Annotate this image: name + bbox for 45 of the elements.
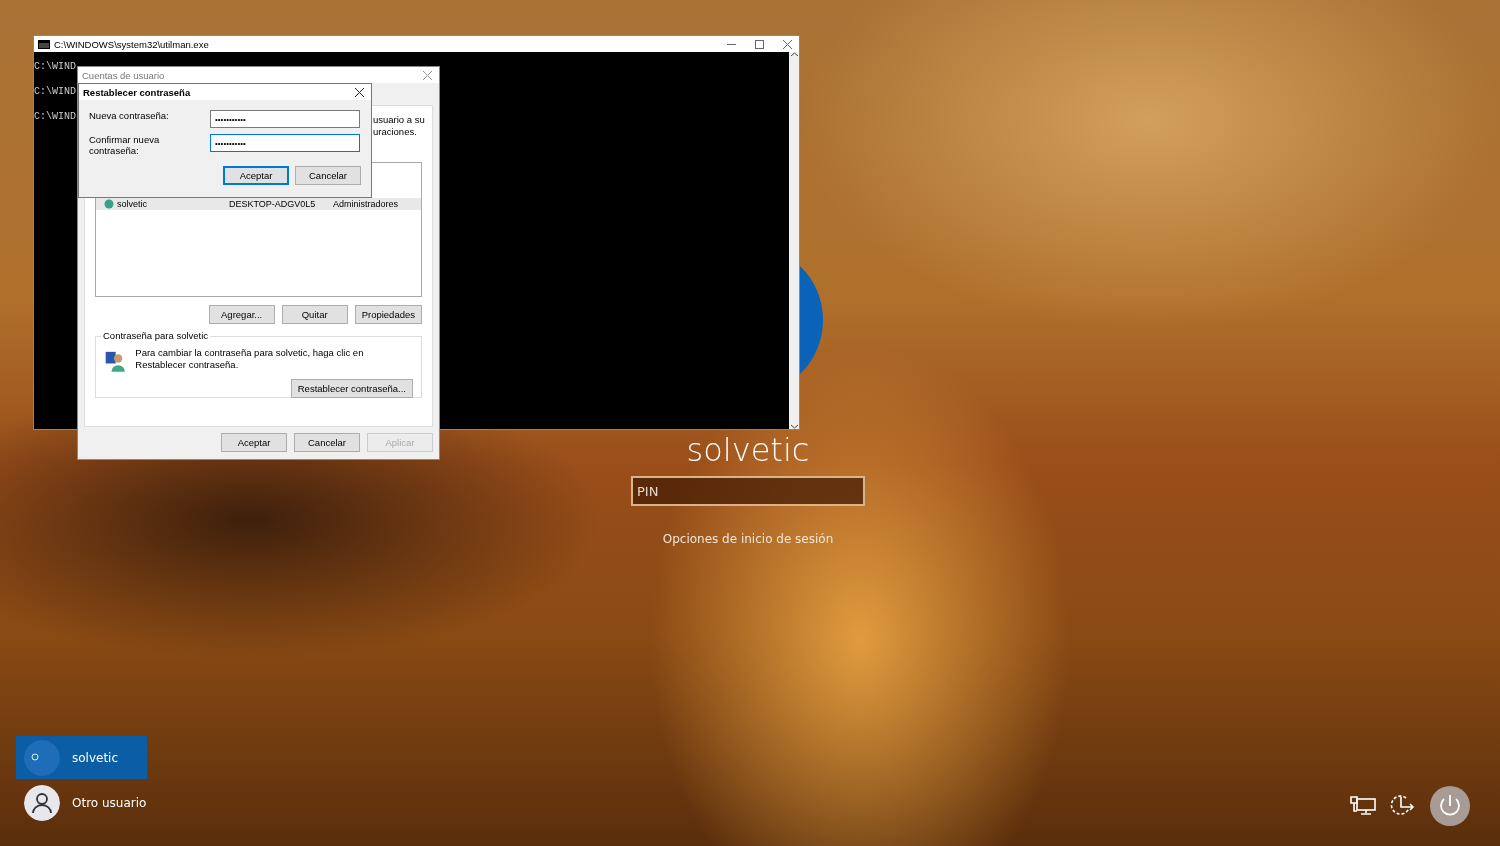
user-tile[interactable]: solvetic <box>16 736 147 779</box>
user-name: Otro usuario <box>72 795 147 810</box>
maximize-icon[interactable] <box>754 39 764 49</box>
reset-password-button[interactable]: Restablecer contraseña... <box>290 379 413 398</box>
field-label: Nueva contraseña: <box>89 110 170 121</box>
dialog-button[interactable]: Cancelar <box>295 166 361 185</box>
user-row[interactable]: solvetic DESKTOP-ADGV0L5 Administradores <box>96 198 421 210</box>
dialog-button[interactable]: Aceptar <box>221 433 287 452</box>
password-field[interactable]: ••••••••••• <box>210 110 360 128</box>
accessibility-icon[interactable] <box>1390 794 1416 818</box>
pin-field[interactable]: PIN <box>631 476 865 506</box>
scroll-up-icon[interactable] <box>790 52 798 57</box>
list-button[interactable]: Agregar... <box>208 305 275 324</box>
user-name: solvetic <box>686 432 810 468</box>
user-tile[interactable]: Otro usuario <box>16 781 147 824</box>
user-icon <box>104 199 114 209</box>
user-icon <box>24 784 60 821</box>
console-line: C:\WIND <box>34 110 76 124</box>
window-title: C:\WINDOWS\system32\utilman.exe <box>54 38 210 50</box>
field-label: Confirmar nueva contraseña: <box>89 134 161 156</box>
window-title: Cuentas de usuario <box>82 69 166 81</box>
power-icon[interactable] <box>1430 786 1470 826</box>
dialog-button[interactable]: Aceptar <box>223 166 289 185</box>
group-text: Para cambiar la contraseña para solvetic, haga clic en Restablecer contraseña. <box>135 347 365 372</box>
network-icon[interactable] <box>1350 796 1376 816</box>
dialog-button[interactable]: Cancelar <box>294 433 360 452</box>
avatar-icon <box>24 739 60 776</box>
scroll-down-icon[interactable] <box>790 424 798 429</box>
list-button[interactable]: Quitar <box>281 305 348 324</box>
intro-text: usuario a su <box>373 114 422 126</box>
minimize-icon[interactable] <box>726 43 736 45</box>
list-button[interactable]: Propiedades <box>354 305 422 324</box>
window-title: Restablecer contraseña <box>83 86 192 98</box>
table-cell-text: solvetic <box>117 199 148 209</box>
close-icon[interactable] <box>354 87 364 97</box>
table-cell: Administradores <box>333 199 399 209</box>
console-icon <box>38 39 50 49</box>
scrollbar[interactable] <box>789 52 799 429</box>
intro-text: uraciones. <box>373 126 418 138</box>
user-name: solvetic <box>72 750 119 765</box>
table-cell-text: DESKTOP-ADGV0L5 <box>229 199 317 209</box>
console-line: C:\WIND <box>34 60 76 74</box>
password-field[interactable]: ••••••••••• <box>210 134 360 152</box>
console-line: C:\WIND <box>34 85 76 99</box>
group-title: Contraseña para solvetic <box>101 330 211 341</box>
